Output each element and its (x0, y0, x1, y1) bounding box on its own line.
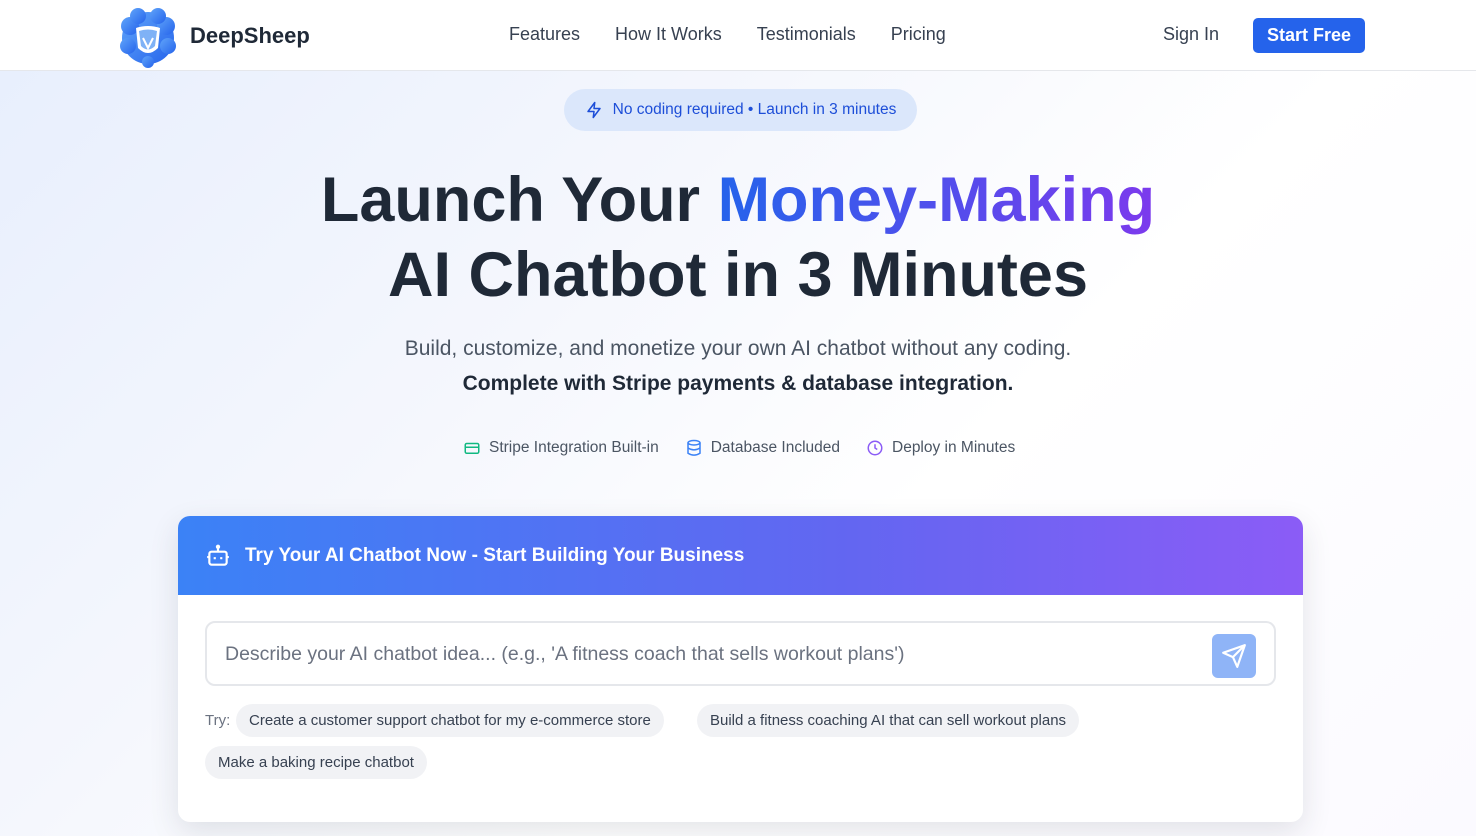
try-label: Try: (205, 712, 231, 729)
feature-deploy: Deploy in Minutes (866, 439, 1015, 457)
no-coding-badge: No coding required • Launch in 3 minutes (564, 89, 917, 131)
chatbot-idea-input[interactable]: Describe your AI chatbot idea... (e.g., … (205, 621, 1276, 686)
send-icon (1222, 644, 1246, 668)
feature-label: Database Included (710, 439, 840, 456)
nav-how-it-works[interactable]: How It Works (615, 24, 722, 45)
main-nav: Features How It Works Testimonials Prici… (509, 24, 946, 45)
top-header: DeepSheep Features How It Works Testimon… (0, 0, 1476, 71)
clock-icon (867, 440, 883, 456)
sheep-logo-icon (120, 8, 176, 68)
feature-label: Deploy in Minutes (892, 439, 1016, 456)
title-prefix: Launch Your (320, 165, 718, 235)
hero-subtitle: Build, customize, and monetize your own … (404, 337, 1072, 360)
badge-text: No coding required • Launch in 3 minutes (612, 101, 897, 118)
credit-card-icon (464, 442, 480, 454)
brand-name: DeepSheep (190, 23, 310, 48)
send-button[interactable] (1212, 634, 1256, 678)
suggestion-chip[interactable]: Make a baking recipe chatbot (205, 746, 427, 779)
input-placeholder: Describe your AI chatbot idea... (e.g., … (225, 643, 905, 665)
suggestion-chip[interactable]: Build a fitness coaching AI that can sel… (697, 704, 1080, 737)
hero-title: Launch Your Money-Making AI Chatbot in 3… (0, 163, 1476, 313)
title-highlight: Money-Making (717, 165, 1156, 235)
brand-logo[interactable]: DeepSheep (116, 4, 310, 68)
nav-pricing[interactable]: Pricing (891, 24, 946, 45)
feature-stripe: Stripe Integration Built-in (463, 439, 659, 457)
card-title: Try Your AI Chatbot Now - Start Building… (245, 544, 745, 566)
database-icon (686, 439, 701, 456)
feature-list: Stripe Integration Built-in Database Inc… (463, 439, 1015, 457)
bot-icon (207, 544, 229, 566)
hero-section: No coding required • Launch in 3 minutes… (0, 71, 1476, 836)
title-line-2: AI Chatbot in 3 Minutes (388, 240, 1088, 310)
feature-database: Database Included (685, 439, 840, 457)
hero-subtitle-bold: Complete with Stripe payments & database… (462, 372, 1014, 395)
nav-testimonials[interactable]: Testimonials (757, 24, 856, 45)
card-header: Try Your AI Chatbot Now - Start Building… (178, 516, 1303, 595)
chatbot-try-card: Try Your AI Chatbot Now - Start Building… (178, 516, 1303, 822)
nav-features[interactable]: Features (509, 24, 580, 45)
suggestion-chip[interactable]: Create a customer support chatbot for my… (236, 704, 664, 737)
feature-label: Stripe Integration Built-in (489, 439, 659, 456)
lightning-icon (586, 101, 601, 119)
start-free-button[interactable]: Start Free (1253, 18, 1365, 53)
sign-in-link[interactable]: Sign In (1163, 24, 1219, 45)
